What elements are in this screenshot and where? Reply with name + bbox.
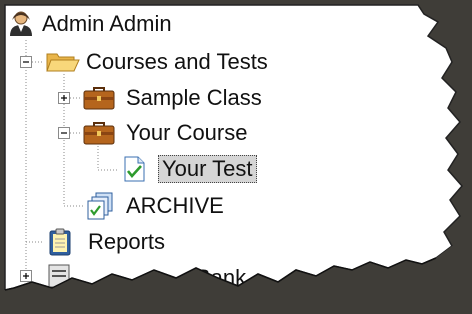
torn-edge-overlay xyxy=(0,246,472,314)
tree-panel: Admin Admin Courses and Tests Sample Cla… xyxy=(0,0,472,314)
